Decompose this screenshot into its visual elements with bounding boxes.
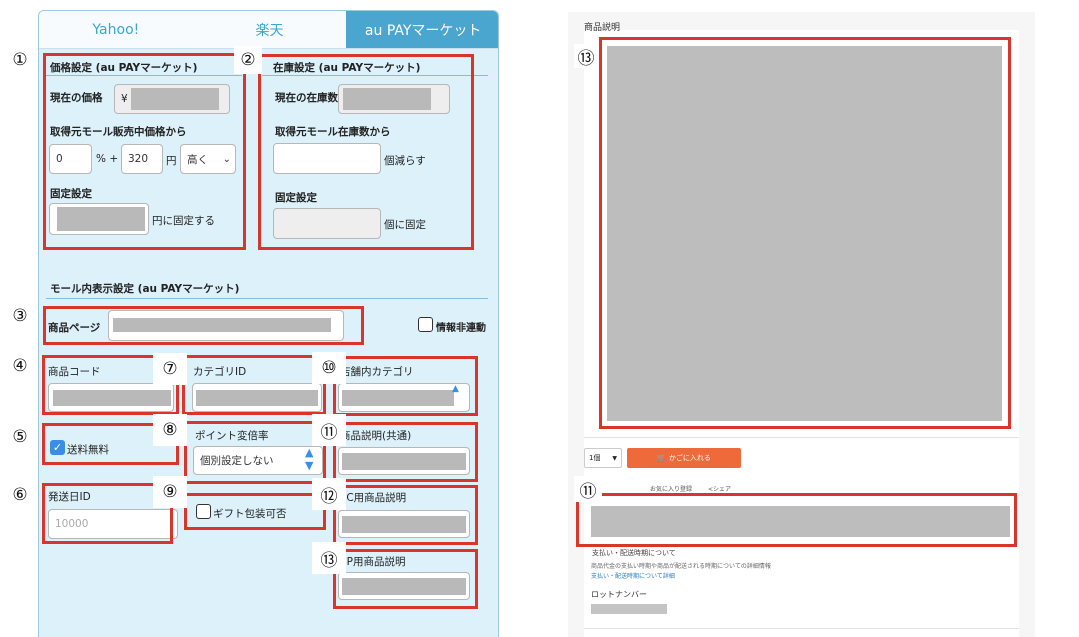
favorites-link[interactable]: お気に入り登録 xyxy=(650,484,692,493)
tab-yahoo[interactable]: Yahoo! xyxy=(39,11,193,48)
highlight-gift-wrap xyxy=(184,493,326,530)
preview-divider-1 xyxy=(584,437,1019,438)
highlight-product-page xyxy=(43,306,364,345)
badge-3: ③ xyxy=(8,304,32,328)
preview-divider-2 xyxy=(584,628,1019,629)
tab-au-pay-market[interactable]: au PAYマーケット xyxy=(346,11,498,48)
highlight-preview-common xyxy=(576,493,1017,547)
badge-5: ⑤ xyxy=(8,425,32,449)
highlight-shop-category xyxy=(333,356,478,416)
highlight-stock xyxy=(258,54,474,250)
caret-down-icon: ▼ xyxy=(612,454,617,462)
badge-12: ⑫ xyxy=(312,478,346,510)
badge-13: ⑬ xyxy=(312,542,346,574)
highlight-sp-description xyxy=(333,549,478,609)
highlight-description-common xyxy=(333,422,478,482)
payment-desc: 商品代金の支払い時期や商品が配送される時期についての詳細情報 xyxy=(591,563,771,570)
info-unlink-checkbox[interactable] xyxy=(418,317,433,332)
lot-number-label: ロットナンバー xyxy=(591,590,647,599)
highlight-point-rate xyxy=(184,421,326,484)
badge-2: ② xyxy=(234,46,262,74)
badge-6: ⑥ xyxy=(8,483,32,507)
badge-10: ⑩ xyxy=(312,352,346,384)
display-divider xyxy=(46,298,488,299)
mall-tabs: Yahoo! 楽天 au PAYマーケット xyxy=(39,11,498,49)
redacted-lot-number xyxy=(591,604,667,614)
highlight-price xyxy=(43,53,246,250)
highlight-category-id xyxy=(182,355,326,415)
highlight-pc-description xyxy=(333,485,478,545)
badge-11: ⑪ xyxy=(312,414,346,446)
badge-7: ⑦ xyxy=(153,353,187,385)
share-label: シェア xyxy=(713,486,732,493)
info-unlink-label: 情報非連動 xyxy=(436,323,486,334)
preview-section-title: 商品説明 xyxy=(584,23,621,33)
display-section-title: モール内表示設定 (au PAYマーケット) xyxy=(50,283,240,295)
cart-button-label: かごに入れる xyxy=(668,454,711,462)
qty-value: 1個 xyxy=(589,454,601,462)
preview-badge-11: ⑪ xyxy=(574,476,602,502)
highlight-preview-description xyxy=(599,37,1011,429)
share-link[interactable]: <シェア xyxy=(708,484,731,493)
payment-detail-link[interactable]: 支払い・配送時期について詳細 xyxy=(591,571,675,580)
payment-heading: 支払い・配送時期について xyxy=(592,549,676,557)
badge-1: ① xyxy=(8,48,32,72)
badge-8: ⑧ xyxy=(153,414,187,446)
tab-rakuten[interactable]: 楽天 xyxy=(193,11,347,48)
preview-badge-13: ⑬ xyxy=(574,44,598,69)
badge-4: ④ xyxy=(8,354,32,378)
add-to-cart-button[interactable]: 🛒 かごに入れる xyxy=(627,448,741,468)
cart-icon: 🛒 xyxy=(657,454,666,462)
badge-9: ⑨ xyxy=(153,476,187,508)
qty-select[interactable]: 1個 ▼ xyxy=(584,448,622,468)
